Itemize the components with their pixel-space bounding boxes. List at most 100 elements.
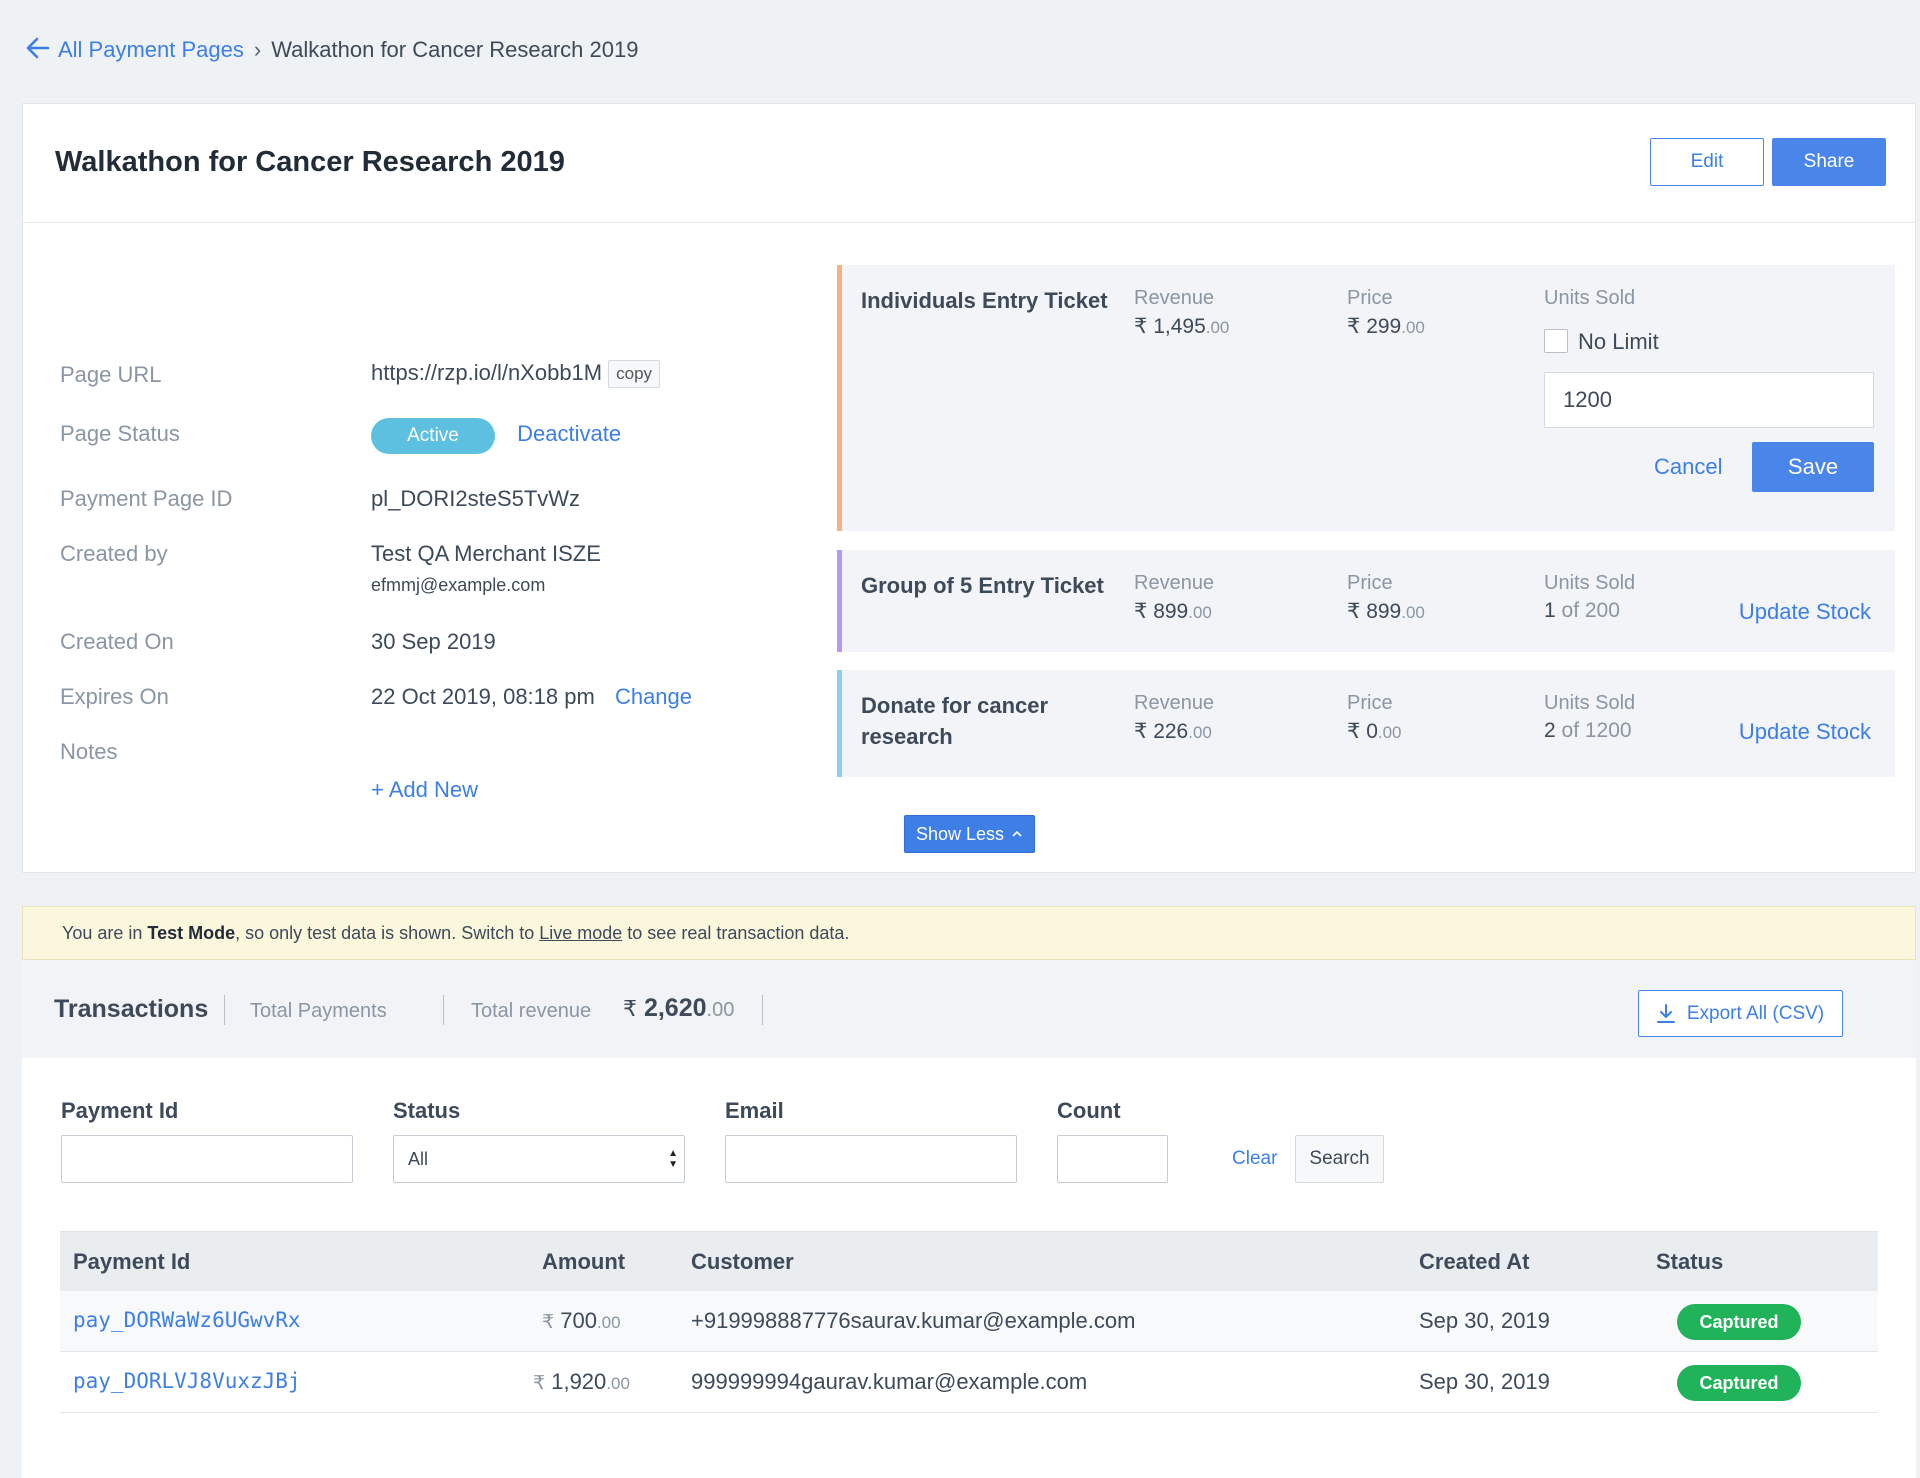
cancel-button[interactable]: Cancel — [1654, 454, 1722, 480]
revenue-label: Revenue — [1134, 287, 1215, 309]
revenue-value: ₹ 899.00 — [1134, 600, 1212, 623]
expires-date: 22 Oct 2019, 08:18 pm — [371, 684, 595, 709]
units-input[interactable]: 1200 — [1544, 372, 1874, 428]
revenue-label: Revenue — [1134, 692, 1215, 714]
status-badge: Active — [371, 418, 495, 454]
payment-id-input[interactable] — [61, 1135, 353, 1183]
col-created-at: Created At — [1419, 1249, 1530, 1274]
total-revenue-label: Total revenue — [471, 1000, 592, 1022]
page-id-label: Payment Page ID — [60, 486, 233, 511]
breadcrumb-current: Walkathon for Cancer Research 2019 — [271, 37, 639, 62]
total-revenue-value: ₹ 2,620.00 — [623, 994, 735, 1022]
item-name: Individuals Entry Ticket — [861, 288, 1108, 313]
page-url-value: https://rzp.io/l/nXobb1M copy — [371, 360, 661, 389]
customer: +919998887776saurav.kumar@example.com — [691, 1308, 1136, 1333]
expires-on-value: 22 Oct 2019, 08:18 pm Change — [371, 684, 692, 710]
update-stock-button[interactable]: Update Stock — [1739, 599, 1871, 625]
created-on-value: 30 Sep 2019 — [371, 629, 496, 654]
status-filter-label: Status — [393, 1098, 461, 1123]
total-payments-label: Total Payments — [250, 1000, 387, 1022]
units-sold-label: Units Sold — [1544, 572, 1636, 594]
notes-label: Notes — [60, 739, 118, 764]
email-input[interactable] — [725, 1135, 1017, 1183]
transactions-header: Transactions Total Payments Total revenu… — [22, 960, 1916, 1058]
payment-id-link[interactable]: pay_DORLVJ8VuxzJBj — [73, 1369, 301, 1393]
test-mode-notice: You are in Test Mode, so only test data … — [22, 906, 1916, 960]
no-limit-checkbox[interactable] — [1544, 329, 1568, 353]
customer: 999999994gaurav.kumar@example.com — [691, 1369, 1088, 1394]
revenue-value: ₹ 1,495.00 — [1134, 315, 1230, 338]
price-label: Price — [1347, 287, 1393, 309]
count-filter-label: Count — [1057, 1098, 1121, 1123]
page-status-value: Active Deactivate — [371, 418, 621, 454]
item-card: Donate for cancer research Revenue ₹ 226… — [837, 670, 1895, 777]
units-sold-label: Units Sold — [1544, 692, 1636, 714]
count-input[interactable] — [1057, 1135, 1168, 1183]
chevron-right-icon: › — [253, 37, 262, 62]
show-less-button[interactable]: Show Less — [904, 815, 1035, 853]
units-sold-label: Units Sold — [1544, 287, 1636, 309]
units-sold-value: 1 of 200 — [1544, 599, 1620, 622]
email-filter-label: Email — [725, 1098, 784, 1123]
table-row[interactable]: pay_DORLVJ8VuxzJBj ₹ 1,920.00 999999994g… — [60, 1352, 1878, 1413]
item-name: Group of 5 Entry Ticket — [861, 573, 1104, 598]
add-note-link[interactable]: + Add New — [371, 777, 478, 803]
col-customer: Customer — [691, 1249, 794, 1274]
status-badge: Captured — [1677, 1365, 1801, 1401]
change-expiry-link[interactable]: Change — [615, 684, 692, 709]
save-button[interactable]: Save — [1752, 442, 1874, 492]
back-arrow-icon[interactable] — [26, 36, 50, 64]
page-url[interactable]: https://rzp.io/l/nXobb1M — [371, 360, 602, 385]
col-amount: Amount — [542, 1249, 626, 1274]
created-at: Sep 30, 2019 — [1419, 1308, 1550, 1333]
transactions-title: Transactions — [54, 995, 209, 1023]
transactions-section: Transactions Total Payments Total revenu… — [22, 960, 1916, 1478]
clear-button[interactable]: Clear — [1232, 1148, 1277, 1170]
select-arrows-icon: ▲ ▼ — [668, 1148, 678, 1170]
deactivate-link[interactable]: Deactivate — [517, 421, 621, 446]
amount: ₹ 700.00 — [542, 1308, 621, 1333]
search-button[interactable]: Search — [1295, 1135, 1384, 1183]
created-by-value: Test QA Merchant ISZE efmmj@example.com — [371, 541, 601, 596]
copy-button[interactable]: copy — [608, 360, 661, 389]
created-by-label: Created by — [60, 541, 168, 566]
page-status-label: Page Status — [60, 421, 180, 446]
page-url-label: Page URL — [60, 362, 162, 387]
download-icon — [1656, 1003, 1675, 1023]
item-card: Group of 5 Entry Ticket Revenue ₹ 899.00… — [837, 550, 1895, 652]
share-button[interactable]: Share — [1772, 138, 1886, 186]
item-name: Donate for cancer research — [861, 693, 1049, 749]
price-value: ₹ 899.00 — [1347, 600, 1425, 623]
item-card: Individuals Entry Ticket Revenue ₹ 1,495… — [837, 265, 1895, 531]
payment-id-link[interactable]: pay_DORWaWz6UGwvRx — [73, 1308, 301, 1332]
price-label: Price — [1347, 692, 1393, 714]
breadcrumb-parent-link[interactable]: All Payment Pages — [58, 37, 244, 63]
revenue-value: ₹ 226.00 — [1134, 720, 1212, 743]
status-select[interactable]: All ▲ ▼ — [393, 1135, 685, 1183]
export-csv-button[interactable]: Export All (CSV) — [1638, 990, 1843, 1037]
col-payment-id: Payment Id — [73, 1249, 191, 1274]
page-id-value: pl_DORI2steS5TvWz — [371, 486, 581, 511]
edit-button[interactable]: Edit — [1650, 138, 1764, 186]
table-header: Payment Id Amount Customer Created At St… — [60, 1231, 1878, 1291]
update-stock-button[interactable]: Update Stock — [1739, 719, 1871, 745]
transactions-table: Payment Id Amount Customer Created At St… — [60, 1231, 1878, 1413]
card-header: Walkathon for Cancer Research 2019 Edit … — [23, 104, 1915, 223]
expires-on-label: Expires On — [60, 684, 169, 709]
price-value: ₹ 0.00 — [1347, 720, 1402, 743]
price-value: ₹ 299.00 — [1347, 315, 1425, 338]
live-mode-link[interactable]: Live mode — [539, 923, 622, 943]
price-label: Price — [1347, 572, 1393, 594]
units-sold-value: 2 of 1200 — [1544, 719, 1632, 742]
created-by-email: efmmj@example.com — [371, 575, 546, 595]
created-at: Sep 30, 2019 — [1419, 1369, 1550, 1394]
created-on-label: Created On — [60, 629, 174, 654]
status-badge: Captured — [1677, 1304, 1801, 1340]
revenue-label: Revenue — [1134, 572, 1215, 594]
page-title: Walkathon for Cancer Research 2019 — [55, 146, 565, 178]
created-by-name: Test QA Merchant ISZE — [371, 541, 601, 566]
table-row[interactable]: pay_DORWaWz6UGwvRx ₹ 700.00 +91999888777… — [60, 1291, 1878, 1352]
chevron-up-icon — [1012, 830, 1022, 837]
payment-page-card: Walkathon for Cancer Research 2019 Edit … — [22, 103, 1916, 873]
amount: ₹ 1,920.00 — [533, 1369, 630, 1394]
